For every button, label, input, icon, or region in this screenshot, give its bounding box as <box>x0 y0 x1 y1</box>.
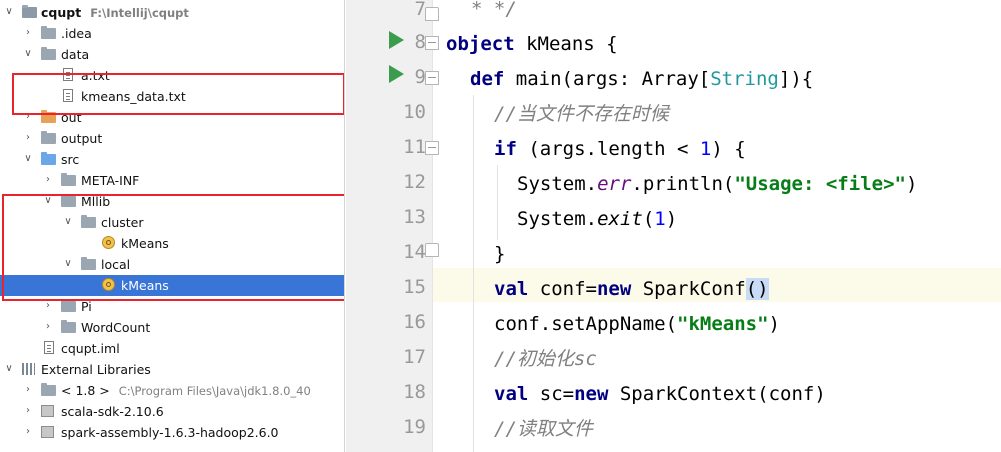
line-number: 10 <box>403 101 426 123</box>
code-line-13: System.exit(1) <box>517 208 678 230</box>
project-path: F:\Intellij\cqupt <box>90 6 189 20</box>
chevron-right-icon[interactable]: › <box>22 404 34 418</box>
line-number: 14 <box>403 241 426 263</box>
tree-row-meta-inf[interactable]: › META-INF <box>0 170 344 191</box>
annotation-box-mllib-kmeans <box>2 194 344 301</box>
chevron-right-icon[interactable]: › <box>42 299 54 313</box>
matched-paren-highlight: () <box>745 278 769 300</box>
tree-row-spark-assembly[interactable]: › spark-assembly-1.6.3-hadoop2.6.0 <box>0 422 344 443</box>
jdk-path: C:\Program Files\Java\jdk1.8.0_40 <box>118 384 311 398</box>
code-line-10: //当文件不存在时候 <box>494 103 669 125</box>
tree-row-project-root[interactable]: ∨ cqupt F:\Intellij\cqupt <box>0 2 344 23</box>
folder-icon <box>41 131 56 145</box>
source-folder-icon <box>41 152 56 166</box>
jar-icon <box>41 425 56 439</box>
fold-start-icon[interactable] <box>425 141 439 155</box>
tree-label: .idea <box>61 26 92 41</box>
tree-label: spark-assembly-1.6.3-hadoop2.6.0 <box>61 425 279 440</box>
tree-row-output[interactable]: › output <box>0 128 344 149</box>
code-line-19: //读取文件 <box>494 418 593 440</box>
jdk-folder-icon <box>41 383 56 397</box>
code-line-15: val conf=new SparkConf() <box>494 278 769 300</box>
tree-label: output <box>61 131 103 146</box>
code-line-11: if (args.length < 1) { <box>494 138 746 160</box>
code-line-14: } <box>494 243 506 265</box>
line-number: 18 <box>403 381 426 403</box>
project-tree: ∨ cqupt F:\Intellij\cqupt › .idea ∨ data … <box>0 0 345 452</box>
tree-row-wordcount[interactable]: › WordCount <box>0 317 344 338</box>
tree-label: WordCount <box>81 320 151 335</box>
run-main-icon[interactable] <box>389 65 404 83</box>
package-folder-icon <box>61 320 76 334</box>
line-number: 13 <box>403 206 426 228</box>
code-line-12: System.err.println("Usage: <file>") <box>517 173 918 195</box>
line-number: 17 <box>403 346 426 368</box>
run-object-icon[interactable] <box>389 31 404 49</box>
tree-row-scala-sdk[interactable]: › scala-sdk-2.10.6 <box>0 401 344 422</box>
module-file-icon <box>42 341 57 355</box>
package-folder-icon <box>61 299 76 313</box>
code-line-17: //初始化sc <box>494 348 597 370</box>
tree-row-src[interactable]: ∨ src <box>0 149 344 170</box>
tree-row-external-libraries[interactable]: ∨ External Libraries <box>0 359 344 380</box>
chevron-down-icon[interactable]: ∨ <box>22 47 34 61</box>
chevron-down-icon[interactable]: ∨ <box>3 362 15 376</box>
tree-label: META-INF <box>81 173 140 188</box>
tree-label: src <box>61 152 80 167</box>
code-line-18: val sc=new SparkContext(conf) <box>494 383 826 405</box>
module-folder-icon <box>22 5 37 19</box>
folder-icon <box>61 173 76 187</box>
tree-label: External Libraries <box>41 362 151 377</box>
chevron-right-icon[interactable]: › <box>42 320 54 334</box>
tree-row-jdk[interactable]: › < 1.8 > C:\Program Files\Java\jdk1.8.0_… <box>0 380 344 401</box>
tree-row-cqupt-iml[interactable]: cqupt.iml <box>0 338 344 359</box>
line-number: 7 <box>414 0 426 20</box>
tree-label: < 1.8 > C:\Program Files\Java\jdk1.8.0_40 <box>61 383 311 398</box>
chevron-right-icon[interactable]: › <box>22 131 34 145</box>
line-number: 12 <box>403 171 426 193</box>
code-line-16: conf.setAppName("kMeans") <box>494 313 780 335</box>
fold-start-icon[interactable] <box>425 36 439 50</box>
tree-label: Pi <box>81 299 92 314</box>
fold-end-icon[interactable] <box>425 7 439 21</box>
code-line-8: object kMeans { <box>446 33 618 55</box>
tree-label: cqupt F:\Intellij\cqupt <box>41 5 189 20</box>
tree-row-data[interactable]: ∨ data <box>0 44 344 65</box>
chevron-right-icon[interactable]: › <box>22 383 34 397</box>
line-number: 11 <box>403 136 426 158</box>
chevron-down-icon[interactable]: ∨ <box>22 152 34 166</box>
folder-icon <box>41 26 56 40</box>
libraries-icon <box>22 362 37 376</box>
code-editor[interactable]: 7 8 9 10 11 12 13 14 15 16 17 18 19 * */… <box>346 0 1001 452</box>
jar-icon <box>41 404 56 418</box>
chevron-right-icon[interactable]: › <box>42 173 54 187</box>
code-line-7: * */ <box>471 0 517 20</box>
fold-start-icon[interactable] <box>425 71 439 85</box>
line-number: 15 <box>403 276 426 298</box>
line-number: 19 <box>403 416 426 438</box>
annotation-box-data-files <box>12 73 344 115</box>
tree-label: scala-sdk-2.10.6 <box>61 404 164 419</box>
folder-icon <box>41 47 56 61</box>
code-line-9: def main(args: Array[String]){ <box>470 68 814 90</box>
chevron-down-icon[interactable]: ∨ <box>3 5 15 19</box>
tree-label: data <box>61 47 90 62</box>
chevron-right-icon[interactable]: › <box>22 26 34 40</box>
chevron-right-icon[interactable]: › <box>22 425 34 439</box>
fold-end-icon[interactable] <box>425 243 439 257</box>
tree-label: cqupt.iml <box>61 341 120 356</box>
tree-row-idea[interactable]: › .idea <box>0 23 344 44</box>
line-number: 16 <box>403 311 426 333</box>
